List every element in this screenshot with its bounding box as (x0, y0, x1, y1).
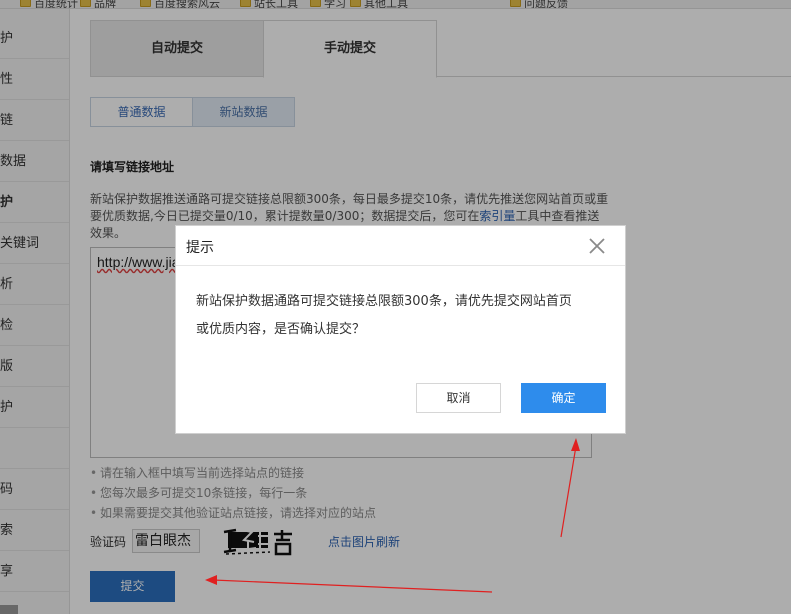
dialog-title: 提示 (186, 240, 214, 256)
confirm-button[interactable]: 确定 (521, 383, 606, 413)
confirm-dialog: 提示 新站保护数据通路可提交链接总限额300条，请优先提交网站首页 或优质内容，… (175, 225, 626, 434)
dialog-header: 提示 (176, 226, 625, 266)
cancel-button[interactable]: 取消 (416, 383, 501, 413)
close-icon[interactable] (587, 236, 607, 256)
dialog-message: 新站保护数据通路可提交链接总限额300条，请优先提交网站首页 或优质内容，是否确… (196, 294, 572, 337)
